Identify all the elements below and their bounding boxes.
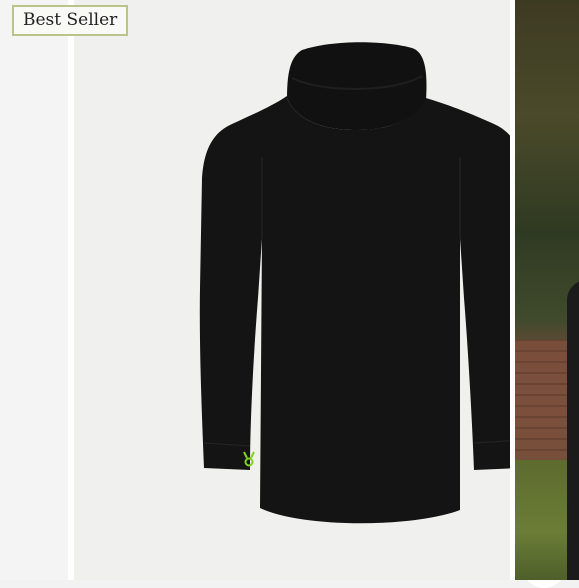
sweater-collar: [287, 42, 427, 130]
main-product-slide[interactable]: [74, 0, 567, 588]
previous-slide-thumbnail[interactable]: [0, 0, 68, 580]
model-figure: [567, 280, 579, 580]
product-image-gallery: Best Seller: [0, 0, 579, 588]
product-photo-turtleneck: [199, 42, 526, 524]
best-seller-badge: Best Seller: [12, 5, 129, 36]
next-slide-thumbnail[interactable]: [515, 0, 579, 580]
